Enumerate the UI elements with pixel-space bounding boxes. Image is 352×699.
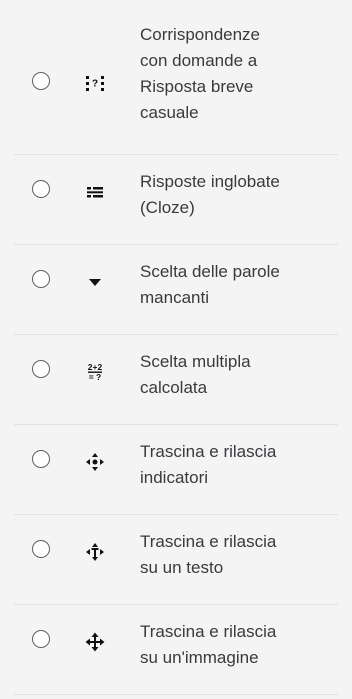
option-label: Risposte inglobate (Cloze) [122, 155, 338, 221]
question-type-list: ? Corrispondenze con domande a Risposta … [14, 10, 338, 695]
radio-button[interactable] [32, 180, 50, 198]
svg-text:2+2: 2+2 [88, 362, 103, 372]
radio-wrapper [14, 155, 68, 198]
icon-wrapper [68, 155, 122, 204]
radio-wrapper [14, 425, 68, 468]
icon-wrapper [68, 515, 122, 564]
icon-wrapper: 2+2 = ? [68, 335, 122, 384]
option-label-line: indicatori [140, 468, 209, 487]
question-type-option[interactable]: 2+2 = ? Scelta multipla calcolata [14, 335, 338, 425]
radio-button[interactable] [32, 630, 50, 648]
drag-drop-text-icon [86, 543, 104, 561]
radio-wrapper [14, 10, 68, 90]
option-label-line: Risposte inglobate [140, 172, 280, 191]
option-label: Scelta multipla calcolata [122, 335, 338, 401]
option-label: Trascina e rilascia indicatori [122, 425, 338, 491]
option-label-line: Trascina e rilascia [140, 622, 277, 641]
option-label-line: mancanti [140, 288, 209, 307]
radio-wrapper [14, 605, 68, 648]
option-label-line: Risposta breve [140, 77, 254, 96]
radio-wrapper [14, 335, 68, 378]
question-type-option[interactable]: Trascina e rilascia indicatori [14, 425, 338, 515]
radio-wrapper [14, 515, 68, 558]
radio-button[interactable] [32, 72, 50, 90]
svg-text:?: ? [92, 79, 98, 90]
drag-drop-markers-icon [86, 453, 104, 471]
question-type-option[interactable]: ? Corrispondenze con domande a Risposta … [14, 10, 338, 155]
icon-wrapper [68, 245, 122, 294]
option-label-line: Trascina e rilascia [140, 532, 277, 551]
option-label-line: Scelta delle parole [140, 262, 280, 281]
option-label: Trascina e rilascia su un'immagine [122, 605, 338, 671]
option-label-line: casuale [140, 103, 199, 122]
drag-drop-image-icon [85, 632, 105, 652]
option-label-line: Trascina e rilascia [140, 442, 277, 461]
question-type-option[interactable]: Trascina e rilascia su un testo [14, 515, 338, 605]
radio-button[interactable] [32, 540, 50, 558]
option-label-line: su un'immagine [140, 648, 259, 667]
option-label-line: con domande a [140, 51, 258, 70]
radio-button[interactable] [32, 270, 50, 288]
option-label: Trascina e rilascia su un testo [122, 515, 338, 581]
question-type-option[interactable]: Scelta delle parole mancanti [14, 245, 338, 335]
svg-text:= ?: = ? [89, 372, 102, 382]
icon-wrapper [68, 605, 122, 654]
option-label-line: (Cloze) [140, 198, 195, 217]
cloze-icon [87, 187, 103, 198]
icon-wrapper [68, 425, 122, 474]
option-label: Scelta delle parole mancanti [122, 245, 338, 311]
select-missing-words-icon [89, 279, 101, 286]
option-label: Corrispondenze con domande a Risposta br… [122, 10, 338, 126]
radio-button[interactable] [32, 360, 50, 378]
radio-wrapper [14, 245, 68, 288]
option-label-line: Corrispondenze [140, 25, 261, 44]
question-type-chooser: ? Corrispondenze con domande a Risposta … [0, 0, 352, 699]
option-label-line: calcolata [140, 378, 208, 397]
question-type-option[interactable]: Trascina e rilascia su un'immagine [14, 605, 338, 695]
calculated-multichoice-icon: 2+2 = ? [88, 362, 103, 382]
radio-button[interactable] [32, 450, 50, 468]
random-short-answer-match-icon: ? [86, 76, 104, 91]
question-type-option[interactable]: Risposte inglobate (Cloze) [14, 155, 338, 245]
option-label-line: su un testo [140, 558, 224, 577]
icon-wrapper: ? [68, 10, 122, 95]
option-label-line: Scelta multipla [140, 352, 251, 371]
